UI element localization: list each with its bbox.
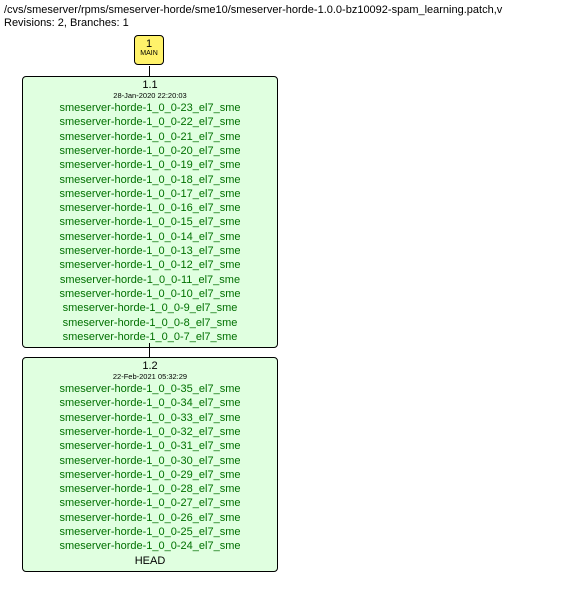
revision-tag: smeserver-horde-1_0_0-18_el7_sme [23,173,277,187]
revision-tag: smeserver-horde-1_0_0-8_el7_sme [23,316,277,330]
revision-tag: smeserver-horde-1_0_0-25_el7_sme [23,525,277,539]
revision-tag: smeserver-horde-1_0_0-33_el7_sme [23,411,277,425]
revision-tag: smeserver-horde-1_0_0-27_el7_sme [23,496,277,510]
revision-tag: smeserver-horde-1_0_0-11_el7_sme [23,273,277,287]
branch-label: MAIN [135,50,163,58]
revision-tag: smeserver-horde-1_0_0-24_el7_sme [23,539,277,553]
revision-tag: smeserver-horde-1_0_0-10_el7_sme [23,287,277,301]
branch-node[interactable]: 1 MAIN [134,35,164,65]
revision-node[interactable]: 1.1 28-Jan-2020 22:20:03 smeserver-horde… [22,76,278,348]
head-label: HEAD [23,554,277,568]
revision-tag: smeserver-horde-1_0_0-20_el7_sme [23,144,277,158]
revision-tags: smeserver-horde-1_0_0-23_el7_smesmeserve… [23,101,277,344]
revision-tag: smeserver-horde-1_0_0-19_el7_sme [23,158,277,172]
revision-tag: smeserver-horde-1_0_0-17_el7_sme [23,187,277,201]
branch-number: 1 [135,38,163,50]
file-path: /cvs/smeserver/rpms/smeserver-horde/sme1… [4,4,578,16]
revision-date: 28-Jan-2020 22:20:03 [23,91,277,100]
revision-tag: smeserver-horde-1_0_0-15_el7_sme [23,215,277,229]
revision-date: 22-Feb-2021 05:32:29 [23,372,277,381]
revision-tag: smeserver-horde-1_0_0-16_el7_sme [23,201,277,215]
revision-tag: smeserver-horde-1_0_0-32_el7_sme [23,425,277,439]
revision-tag: smeserver-horde-1_0_0-30_el7_sme [23,454,277,468]
revision-tag: smeserver-horde-1_0_0-34_el7_sme [23,396,277,410]
revision-tag: smeserver-horde-1_0_0-12_el7_sme [23,258,277,272]
revision-tag: smeserver-horde-1_0_0-22_el7_sme [23,115,277,129]
revision-tag: smeserver-horde-1_0_0-21_el7_sme [23,130,277,144]
revision-tag: smeserver-horde-1_0_0-31_el7_sme [23,439,277,453]
revision-tag: smeserver-horde-1_0_0-26_el7_sme [23,511,277,525]
revision-tag: smeserver-horde-1_0_0-9_el7_sme [23,301,277,315]
revision-tag: smeserver-horde-1_0_0-29_el7_sme [23,468,277,482]
revision-tags: smeserver-horde-1_0_0-35_el7_smesmeserve… [23,382,277,568]
revision-tag: smeserver-horde-1_0_0-35_el7_sme [23,382,277,396]
connector-line [149,343,150,357]
revision-id: 1.1 [23,79,277,91]
revision-tag: smeserver-horde-1_0_0-28_el7_sme [23,482,277,496]
revision-node[interactable]: 1.2 22-Feb-2021 05:32:29 smeserver-horde… [22,357,278,572]
connector-line [149,66,150,76]
revision-graph: 1 MAIN 1.1 28-Jan-2020 22:20:03 smeserve… [4,35,574,595]
revision-id: 1.2 [23,360,277,372]
revision-tag: smeserver-horde-1_0_0-23_el7_sme [23,101,277,115]
revision-tag: smeserver-horde-1_0_0-13_el7_sme [23,244,277,258]
revision-tag: smeserver-horde-1_0_0-14_el7_sme [23,230,277,244]
revisions-meta: Revisions: 2, Branches: 1 [4,17,578,29]
revision-tag: smeserver-horde-1_0_0-7_el7_sme [23,330,277,344]
